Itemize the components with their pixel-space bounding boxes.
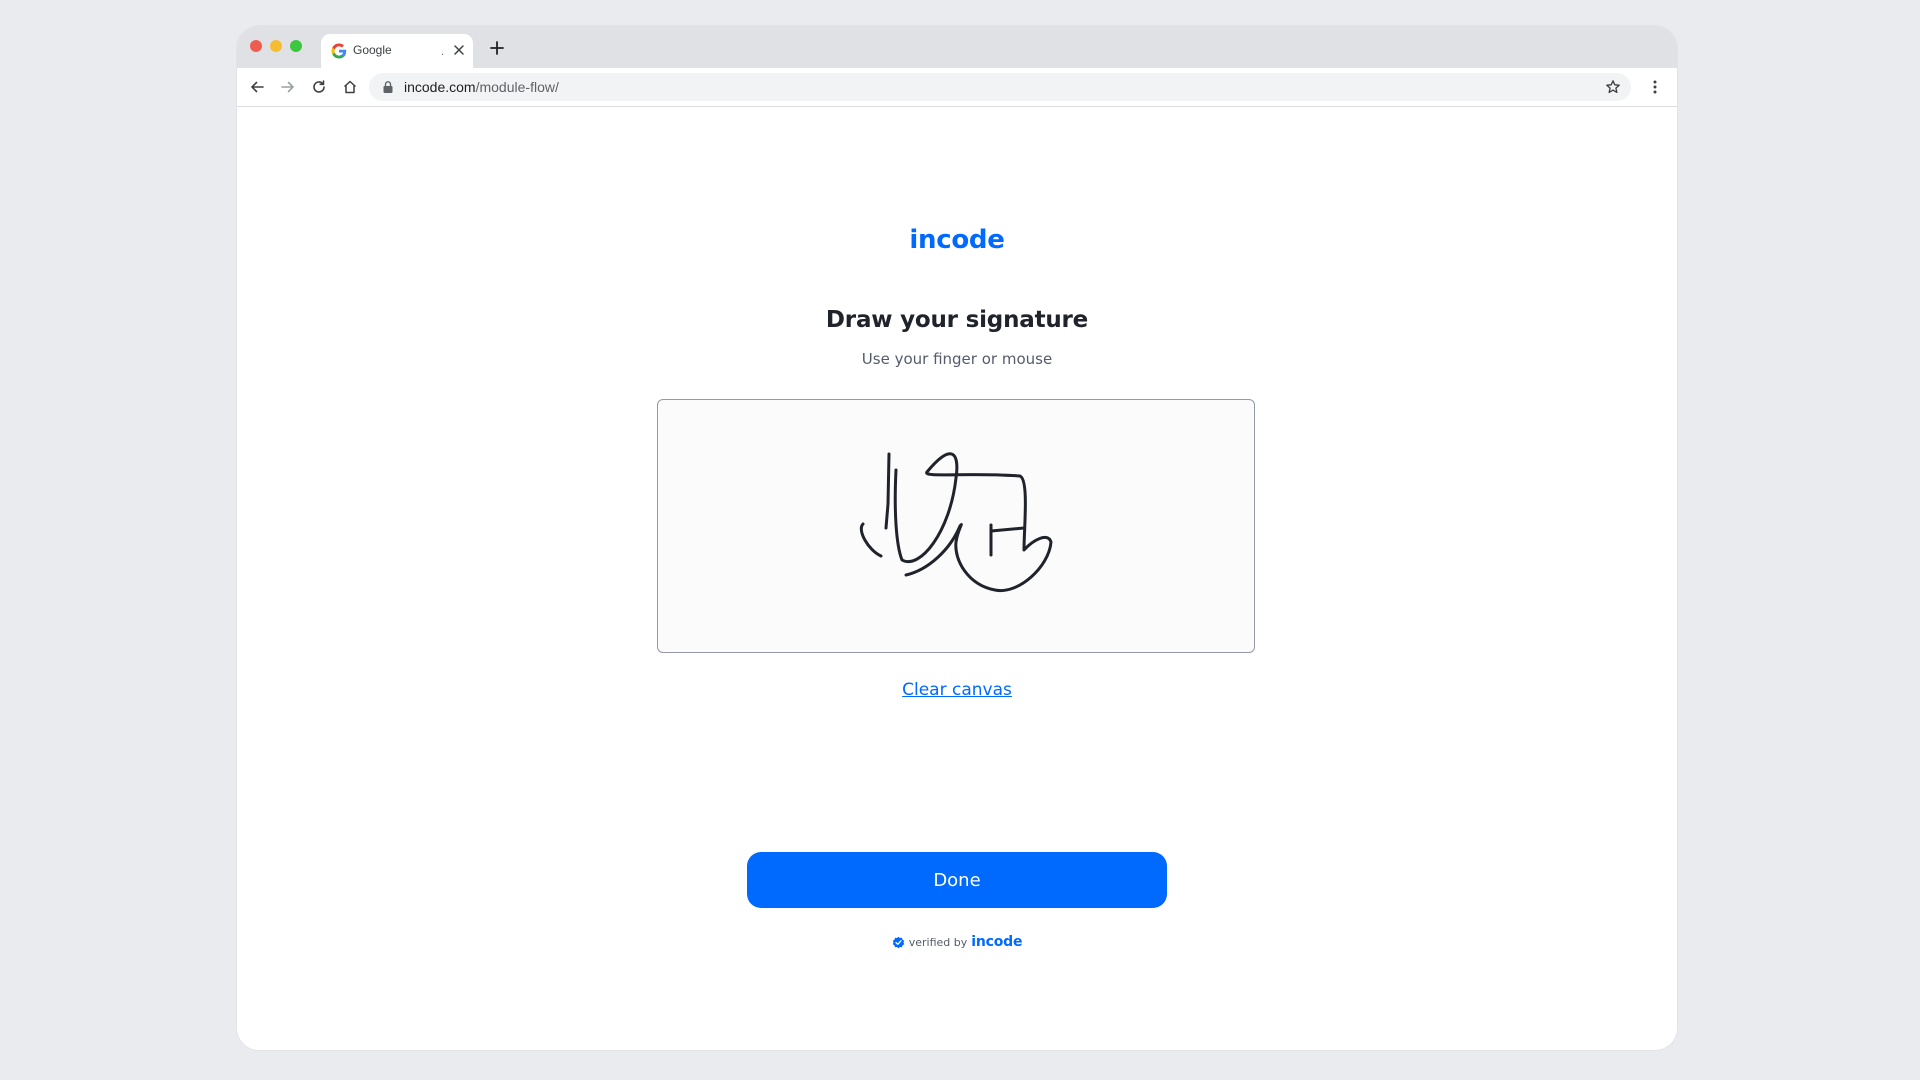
lock-icon xyxy=(383,81,393,93)
tab-indicator: . xyxy=(441,47,445,58)
verified-check-icon xyxy=(892,936,904,948)
close-icon[interactable] xyxy=(451,42,467,58)
verified-by-badge: verified by incode xyxy=(237,934,1677,950)
address-bar[interactable]: incode.com/module-flow/ xyxy=(369,73,1631,101)
maximize-window-button[interactable] xyxy=(290,40,302,52)
browser-window: Google . incode.com/module-flow/ incode … xyxy=(237,26,1677,1050)
url-host: incode.com xyxy=(404,79,476,95)
browser-tab[interactable]: Google . xyxy=(321,34,473,68)
tab-title: Google xyxy=(353,43,392,57)
page-content: incode Draw your signature Use your fing… xyxy=(237,107,1677,1050)
reload-icon[interactable] xyxy=(311,79,327,95)
arrow-left-icon[interactable] xyxy=(249,79,265,95)
verified-label: verified by xyxy=(908,935,968,949)
home-icon[interactable] xyxy=(342,79,358,95)
clear-canvas-link[interactable]: Clear canvas xyxy=(237,680,1677,700)
minimize-window-button[interactable] xyxy=(270,40,282,52)
plus-icon[interactable] xyxy=(489,40,505,56)
page-title: Draw your signature xyxy=(825,307,1089,333)
brand-logo: incode xyxy=(909,225,1005,255)
kebab-menu-icon[interactable] xyxy=(1647,79,1663,95)
done-button[interactable]: Done xyxy=(747,852,1167,908)
signature-canvas[interactable] xyxy=(657,399,1255,653)
browser-toolbar: incode.com/module-flow/ xyxy=(237,68,1677,107)
google-favicon-icon xyxy=(331,43,347,59)
close-window-button[interactable] xyxy=(250,40,262,52)
verified-brand: incode xyxy=(971,934,1023,950)
tab-strip: Google . xyxy=(237,26,1677,68)
arrow-right-icon[interactable] xyxy=(280,79,296,95)
star-icon[interactable] xyxy=(1605,79,1621,95)
signature-drawing xyxy=(859,452,1053,593)
url-text: incode.com/module-flow/ xyxy=(404,79,559,95)
page-subtitle: Use your finger or mouse xyxy=(861,350,1053,368)
url-path: /module-flow/ xyxy=(475,79,559,95)
